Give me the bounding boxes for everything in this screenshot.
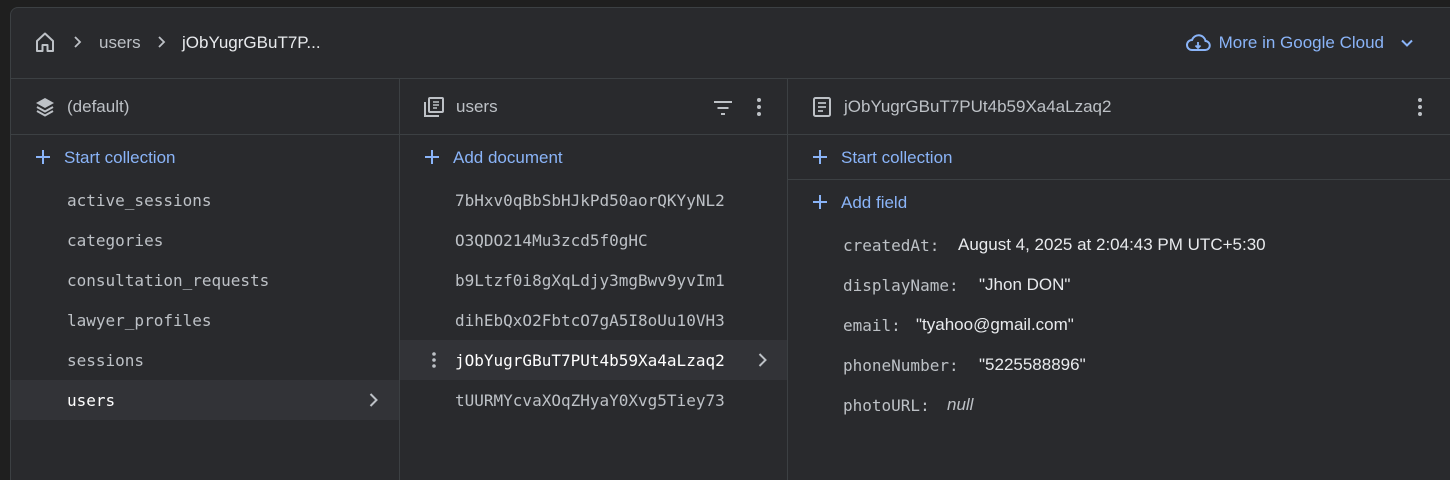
breadcrumb: users jObYugrGBuT7P... More in Google Cl… <box>11 8 1450 79</box>
chevron-right-icon <box>158 36 166 48</box>
more-vert-icon[interactable] <box>424 350 444 370</box>
stack-icon <box>36 98 54 117</box>
field-key: displayName: <box>843 276 959 295</box>
start-collection-label: Start collection <box>64 148 176 167</box>
database-title: (default) <box>67 97 130 116</box>
start-collection-button[interactable]: Start collection <box>11 135 399 180</box>
field-value: "5225588896" <box>979 355 1086 374</box>
collection-name: sessions <box>67 351 145 370</box>
add-document-label: Add document <box>453 148 563 167</box>
collection-name: active_sessions <box>67 191 212 210</box>
field-row[interactable]: photoURL: null <box>788 385 1450 425</box>
more-in-google-cloud-label: More in Google Cloud <box>1218 33 1384 52</box>
document-item[interactable]: 7bHxv0qBbSbHJkPd50aorQKYyNL2 <box>400 180 787 220</box>
root-panel: (default) Start collection active_sessio… <box>11 79 400 480</box>
document-item-selected[interactable]: jObYugrGBuT7PUt4b59Xa4aLzaq2 <box>400 340 787 380</box>
field-list: createdAt: August 4, 2025 at 2:04:43 PM … <box>788 225 1450 425</box>
chevron-down-icon <box>1401 39 1413 47</box>
collection-list: active_sessions categories consultation_… <box>11 180 399 420</box>
field-row[interactable]: email: "tyahoo@gmail.com" <box>788 305 1450 345</box>
document-item[interactable]: dihEbQxO2FbtcO7gA5I8oUu10VH3 <box>400 300 787 340</box>
document-panel-header: jObYugrGBuT7PUt4b59Xa4aLzaq2 <box>788 79 1450 135</box>
field-row[interactable]: phoneNumber: "5225588896" <box>788 345 1450 385</box>
field-row[interactable]: createdAt: August 4, 2025 at 2:04:43 PM … <box>788 225 1450 265</box>
start-collection-label: Start collection <box>841 148 953 167</box>
start-collection-button[interactable]: Start collection <box>788 135 1450 180</box>
chevron-right-icon <box>74 36 82 48</box>
field-key: email: <box>843 316 901 335</box>
document-item[interactable]: b9Ltzf0i8gXqLdjy3mgBwv9yvIm1 <box>400 260 787 300</box>
plus-icon <box>425 150 439 164</box>
firestore-data-viewer: users jObYugrGBuT7P... More in Google Cl… <box>10 7 1450 480</box>
collection-name: categories <box>67 231 164 250</box>
document-id: O3QDO214Mu3zcd5f0gHC <box>455 231 648 250</box>
document-id: tUURMYcvaXOqZHyaY0Xvg5Tiey73 <box>455 391 725 410</box>
field-key: phoneNumber: <box>843 356 959 375</box>
collection-item[interactable]: lawyer_profiles <box>11 300 399 340</box>
collection-name: users <box>67 391 116 410</box>
chevron-right-icon <box>369 393 378 407</box>
document-id: 7bHxv0qBbSbHJkPd50aorQKYyNL2 <box>455 191 725 210</box>
breadcrumb-item-document[interactable]: jObYugrGBuT7P... <box>182 33 321 53</box>
document-id: jObYugrGBuT7PUt4b59Xa4aLzaq2 <box>455 351 725 370</box>
collection-panel: users Add document 7bHxv0qBbSbHJkPd50aor… <box>400 79 788 480</box>
document-id: dihEbQxO2FbtcO7gA5I8oUu10VH3 <box>455 311 725 330</box>
collection-name: lawyer_profiles <box>67 311 212 330</box>
field-key: photoURL: <box>843 396 930 415</box>
document-item[interactable]: O3QDO214Mu3zcd5f0gHC <box>400 220 787 260</box>
collection-item[interactable]: active_sessions <box>11 180 399 220</box>
more-vert-icon[interactable] <box>1408 95 1432 119</box>
plus-icon <box>813 150 827 164</box>
filter-icon[interactable] <box>711 96 735 120</box>
plus-icon <box>813 195 827 209</box>
document-list: 7bHxv0qBbSbHJkPd50aorQKYyNL2 O3QDO214Mu3… <box>400 180 787 420</box>
field-key: createdAt: <box>843 236 940 255</box>
collection-item[interactable]: sessions <box>11 340 399 380</box>
collection-title: users <box>456 97 498 116</box>
add-document-button[interactable]: Add document <box>400 135 787 180</box>
field-value: "tyahoo@gmail.com" <box>916 315 1074 334</box>
cloud-icon <box>1185 34 1211 51</box>
collection-item-selected[interactable]: users <box>11 380 399 420</box>
collection-name: consultation_requests <box>67 271 270 290</box>
collection-icon <box>424 97 444 117</box>
collection-panel-header: users <box>400 79 787 135</box>
field-row[interactable]: displayName: "Jhon DON" <box>788 265 1450 305</box>
collection-item[interactable]: categories <box>11 220 399 260</box>
document-id: b9Ltzf0i8gXqLdjy3mgBwv9yvIm1 <box>455 271 725 290</box>
more-vert-icon[interactable] <box>747 95 771 119</box>
more-in-google-cloud-button[interactable]: More in Google Cloud <box>1185 30 1416 56</box>
document-title: jObYugrGBuT7PUt4b59Xa4aLzaq2 <box>844 97 1112 116</box>
breadcrumb-item-users[interactable]: users <box>99 33 141 53</box>
root-panel-header: (default) <box>11 79 399 135</box>
plus-icon <box>36 150 50 164</box>
collection-item[interactable]: consultation_requests <box>11 260 399 300</box>
add-field-button[interactable]: Add field <box>788 180 1450 225</box>
field-value: "Jhon DON" <box>979 275 1071 294</box>
document-icon <box>813 97 831 117</box>
document-item[interactable]: tUURMYcvaXOqZHyaY0Xvg5Tiey73 <box>400 380 787 420</box>
document-panel: jObYugrGBuT7PUt4b59Xa4aLzaq2 Start colle… <box>788 79 1450 480</box>
chevron-right-icon <box>758 353 767 367</box>
home-icon[interactable] <box>33 30 57 54</box>
add-field-label: Add field <box>841 193 908 212</box>
field-value: null <box>947 395 974 414</box>
field-value: August 4, 2025 at 2:04:43 PM UTC+5:30 <box>958 235 1266 254</box>
